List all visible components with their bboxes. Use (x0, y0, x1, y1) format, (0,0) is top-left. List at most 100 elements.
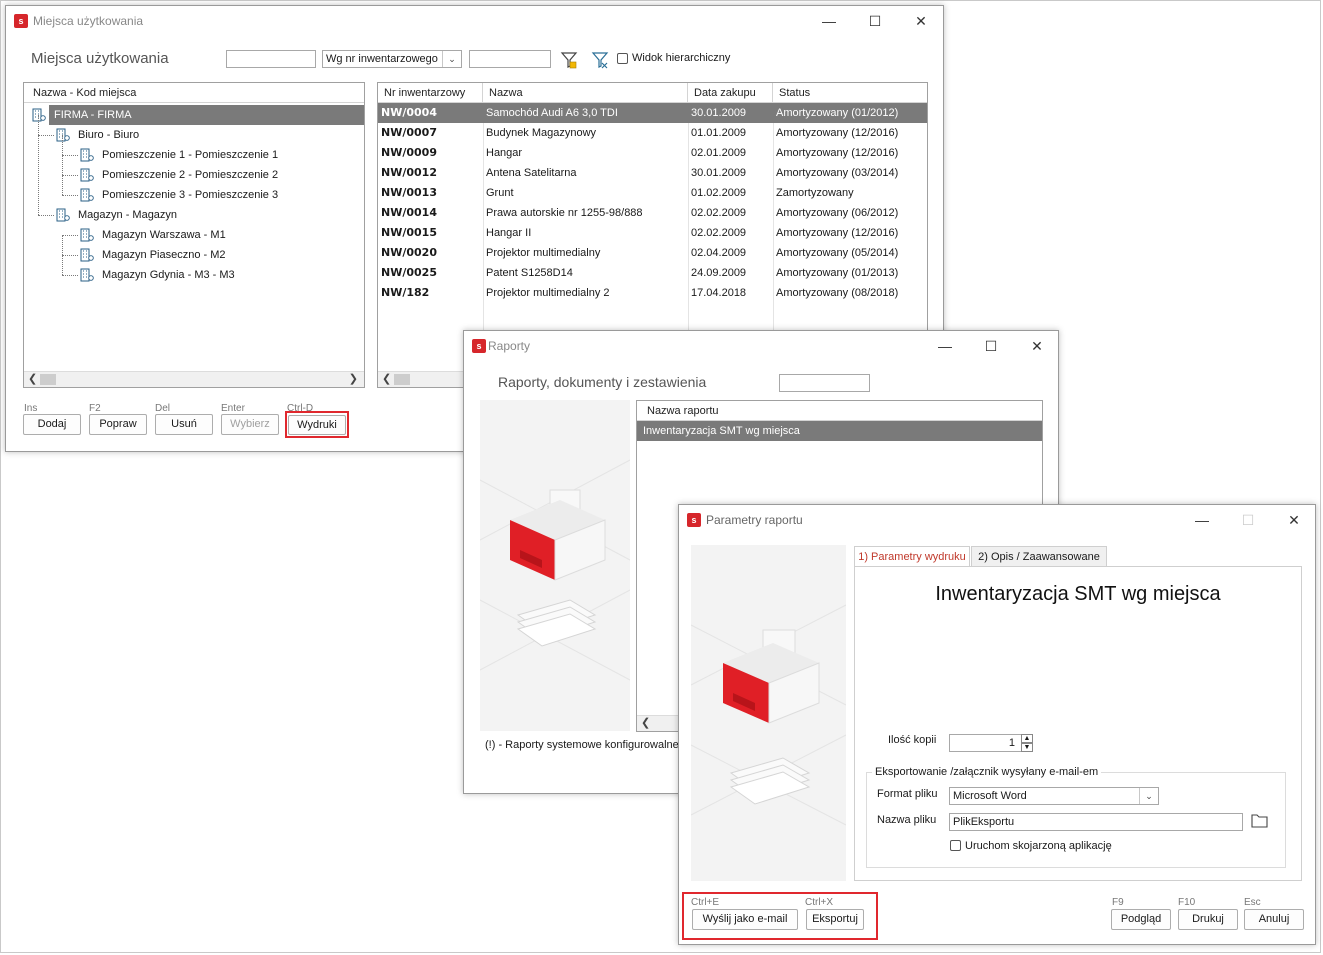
table-row[interactable]: NW/0009 Hangar 02.01.2009 Amortyzowany (12/… (378, 143, 927, 163)
reports-column-header[interactable]: Nazwa raportu (637, 401, 1042, 421)
locations-tree[interactable]: Nazwa - Kod miejsca FIRMA - FIRMA Biuro -… (23, 82, 365, 388)
table-cell: 30.01.2009 (691, 107, 747, 119)
minimize-icon[interactable]: — (922, 331, 968, 361)
format-select[interactable]: Microsoft Word ⌄ (949, 787, 1159, 805)
filter-value-input[interactable] (469, 50, 551, 68)
table-cell: 30.01.2009 (691, 167, 747, 179)
close-icon[interactable]: ✕ (1271, 505, 1317, 535)
tree-header[interactable]: Nazwa - Kod miejsca (24, 83, 364, 103)
table-row[interactable]: NW/0015 Hangar II 02.02.2009 Amortyzowany (… (378, 223, 927, 243)
key-del: Del (155, 403, 171, 414)
open-app-checkbox[interactable] (950, 840, 961, 851)
reports-heading: Raporty, dokumenty i zestawienia (498, 374, 707, 390)
key-f2: F2 (89, 403, 101, 414)
app-logo-icon: s (687, 513, 701, 527)
building-icon (80, 188, 94, 202)
delete-button[interactable]: Usuń (155, 414, 213, 435)
edit-button[interactable]: Popraw (89, 414, 147, 435)
col-header-purchase-date[interactable]: Data zakupu (688, 83, 773, 103)
hierarchical-label: Widok hierarchiczny (632, 52, 731, 64)
scroll-left-icon[interactable]: ❮ (641, 716, 650, 731)
tree-scrollbar[interactable]: ❮ ❯ (24, 371, 364, 387)
building-icon (80, 228, 94, 242)
col-header-inventory[interactable]: Nr inwentarzowy (378, 83, 483, 103)
filename-value: PlikEksportu (953, 816, 1015, 828)
table-row[interactable]: NW/0007 Budynek Magazynowy 01.01.2009 Amort… (378, 123, 927, 143)
tree-node-label: Pomieszczenie 1 - Pomieszczenie 1 (102, 149, 279, 161)
table-cell: Amortyzowany (05/2014) (776, 247, 899, 259)
params-titlebar[interactable]: s Parametry raportu — ☐ ✕ (679, 505, 1315, 535)
minimize-icon[interactable]: — (1179, 505, 1225, 535)
close-icon[interactable]: ✕ (1014, 331, 1060, 361)
add-button[interactable]: Dodaj (23, 414, 81, 435)
spin-up-icon[interactable]: ▲ (1021, 734, 1033, 743)
tab-print-params[interactable]: 1) Parametry wydruku (854, 546, 970, 566)
tab-advanced[interactable]: 2) Opis / Zaawansowane (971, 546, 1107, 566)
reports-search-input[interactable] (779, 374, 870, 392)
key-f10: F10 (1178, 897, 1196, 908)
table-row[interactable]: NW/0004 Samochód Audi A6 3,0 TDI 30.01.200… (378, 103, 927, 123)
clear-filter-icon[interactable] (591, 51, 609, 69)
minimize-icon[interactable]: — (806, 6, 852, 36)
maximize-icon[interactable]: ☐ (968, 331, 1014, 361)
tree-node-label: Biuro - Biuro (78, 129, 140, 141)
tree-node-label: Pomieszczenie 2 - Pomieszczenie 2 (102, 169, 279, 181)
tree-connector (62, 135, 63, 195)
scroll-left-icon[interactable]: ❮ (382, 372, 391, 387)
folder-icon[interactable] (1251, 813, 1268, 828)
table-scroll-thumb[interactable] (394, 374, 410, 385)
preview-button[interactable]: Podgląd (1111, 909, 1171, 930)
building-icon (56, 128, 70, 142)
table-cell: NW/0015 (381, 226, 437, 239)
tree-connector (62, 175, 78, 176)
filter-text-input[interactable] (226, 50, 316, 68)
report-item[interactable]: Inwentaryzacja SMT wg miejsca (640, 421, 1020, 441)
chevron-down-icon: ⌄ (1139, 788, 1158, 804)
table-row[interactable]: NW/182 Projektor multimedialny 2 17.04.201… (378, 283, 927, 303)
copies-value: 1 (1008, 737, 1015, 749)
table-cell: Zamortyzowany (776, 187, 854, 199)
col-header-name[interactable]: Nazwa (483, 83, 688, 103)
filename-label: Nazwa pliku (877, 814, 937, 826)
table-cell: 24.09.2009 (691, 267, 747, 279)
col-header-status[interactable]: Status (773, 83, 927, 103)
sort-select[interactable]: Wg nr inwentarzowego ⌄ (322, 50, 462, 68)
table-cell: Patent S1258D14 (486, 267, 573, 279)
cancel-button[interactable]: Anuluj (1244, 909, 1304, 930)
table-row[interactable]: NW/0014 Prawa autorskie nr 1255-98/888 02.… (378, 203, 927, 223)
scroll-right-icon[interactable]: ❯ (349, 372, 358, 387)
tree-scroll-thumb[interactable] (40, 374, 56, 385)
table-cell: 01.01.2009 (691, 127, 747, 139)
print-button[interactable]: Drukuj (1178, 909, 1238, 930)
select-button[interactable]: Wybierz (221, 414, 279, 435)
maximize-icon[interactable]: ☐ (852, 6, 898, 36)
tree-connector (38, 215, 54, 216)
building-icon (56, 208, 70, 222)
reports-titlebar[interactable]: s Raporty — ☐ ✕ (464, 331, 1058, 361)
table-cell: Amortyzowany (01/2013) (776, 267, 899, 279)
close-icon[interactable]: ✕ (898, 6, 944, 36)
tree-connector (38, 115, 39, 215)
params-illustration (691, 545, 846, 881)
hierarchical-checkbox[interactable] (617, 53, 628, 64)
maximize-icon[interactable]: ☐ (1225, 505, 1271, 535)
table-row[interactable]: NW/0020 Projektor multimedialny 02.04.2009… (378, 243, 927, 263)
filter-icon[interactable] (560, 51, 578, 69)
table-row[interactable]: NW/0012 Antena Satelitarna 30.01.2009 Amort… (378, 163, 927, 183)
table-cell: NW/0004 (381, 106, 437, 119)
scroll-left-icon[interactable]: ❮ (28, 372, 37, 387)
spin-down-icon[interactable]: ▼ (1021, 743, 1033, 752)
tree-node-label: Magazyn - Magazyn (78, 209, 178, 221)
tree-node-label: Magazyn Gdynia - M3 - M3 (102, 269, 235, 281)
table-cell: NW/0020 (381, 246, 437, 259)
format-label: Format pliku (877, 788, 938, 800)
table-cell: NW/0014 (381, 206, 437, 219)
table-row[interactable]: NW/0025 Patent S1258D14 24.09.2009 Amortyzo… (378, 263, 927, 283)
tree-connector (62, 255, 78, 256)
table-row[interactable]: NW/0013 Grunt 01.02.2009 Zamortyzowany (378, 183, 927, 203)
main-titlebar[interactable]: s Miejsca użytkowania — ☐ ✕ (6, 6, 943, 36)
table-cell: Amortyzowany (03/2014) (776, 167, 899, 179)
report-title: Inwentaryzacja SMT wg miejsca (935, 583, 1221, 605)
filename-input[interactable]: PlikEksportu (949, 813, 1243, 831)
app-logo-icon: s (472, 339, 486, 353)
